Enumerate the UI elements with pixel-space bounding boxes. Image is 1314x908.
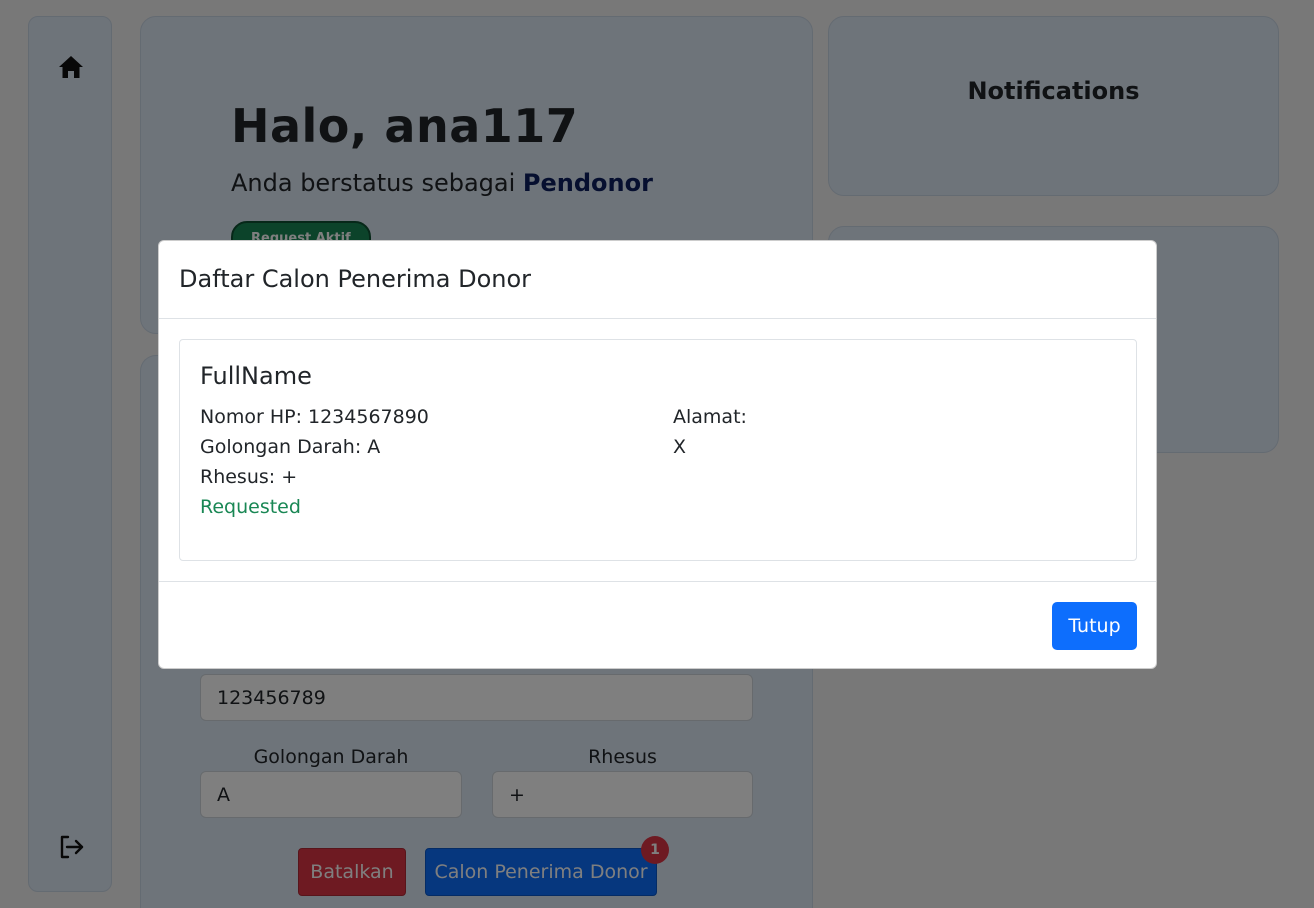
- modal-header: Daftar Calon Penerima Donor: [159, 241, 1156, 319]
- close-button[interactable]: Tutup: [1052, 602, 1137, 650]
- candidate-phone: Nomor HP: 1234567890: [200, 406, 429, 428]
- modal-title: Daftar Calon Penerima Donor: [179, 265, 532, 293]
- modal-footer: Tutup: [159, 581, 1156, 670]
- candidate-address-label: Alamat:: [673, 406, 747, 428]
- candidate-address: X: [673, 436, 687, 458]
- candidate-card: FullName Nomor HP: 1234567890 Golongan D…: [179, 339, 1137, 561]
- candidate-name: FullName: [200, 362, 312, 390]
- app-page: Halo, ana117 Anda berstatus sebagai Pend…: [0, 0, 1314, 908]
- candidates-modal: Daftar Calon Penerima Donor FullName Nom…: [158, 240, 1157, 669]
- candidate-status: Requested: [200, 496, 301, 518]
- candidate-rhesus: Rhesus: +: [200, 466, 298, 488]
- candidate-blood-type: Golongan Darah: A: [200, 436, 381, 458]
- modal-body: FullName Nomor HP: 1234567890 Golongan D…: [159, 319, 1156, 582]
